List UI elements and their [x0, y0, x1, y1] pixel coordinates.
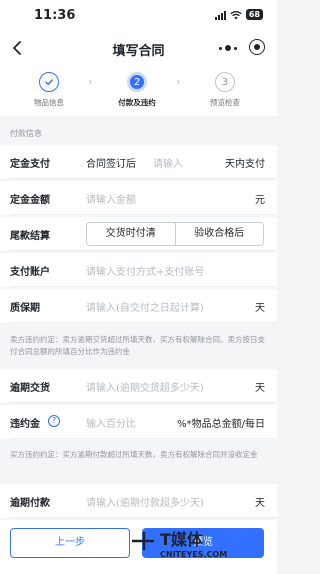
settlement-option-after-acceptance[interactable]: 验收合格后 [174, 223, 264, 245]
step-arrow-icon: › [176, 75, 181, 88]
penalty-label: 违约金 [10, 419, 40, 430]
previous-step-button[interactable]: 上一步 [10, 528, 130, 558]
nav-bar: 填写合同 [0, 30, 277, 66]
deposit-payment-row: 定金支付 合同签订后 请输入 天内支付 [0, 145, 277, 179]
pay-account-row: 支付账户 请输入支付方式+支付账号 [0, 253, 277, 287]
watermark-site: CNITEYES.COM [160, 550, 228, 559]
signal-icon [214, 10, 226, 20]
step-2: 2 付款及违约 [102, 72, 172, 108]
deposit-amount-row: 定金金额 请输入金额 元 [0, 181, 277, 215]
check-icon [39, 72, 59, 92]
final-settlement-label: 尾款结算 [10, 231, 50, 242]
late-delivery-input[interactable]: 请输入(逾期交货超多少天) [86, 379, 204, 394]
warranty-label: 质保期 [10, 303, 40, 314]
late-delivery-row: 逾期交货 请输入(逾期交货超多少天) 天 [0, 369, 277, 403]
warranty-input[interactable]: 请输入(自交付之日起计算) [86, 299, 204, 314]
deposit-payment-prefix: 合同签订后 [86, 159, 136, 170]
deposit-amount-label: 定金金额 [10, 195, 50, 206]
status-icons: 68 [214, 9, 263, 20]
late-payment-row: 逾期付款 请输入(逾期付款超多少天) 天 [0, 484, 277, 518]
penalty-unit: %*物品总金额/每日 [177, 419, 265, 430]
late-payment-label: 逾期付款 [10, 498, 50, 509]
section-title-payment: 付款信息 [10, 129, 42, 138]
warranty-row: 质保期 请输入(自交付之日起计算) 天 [0, 289, 277, 323]
watermark-logo-text: T媒体 [160, 530, 203, 549]
status-bar: 11:36 68 [0, 0, 277, 30]
settlement-segmented-control: 交货时付清 验收合格后 [86, 222, 264, 246]
penalty-row: 违约金 ? 输入百分比 %*物品总金额/每日 [0, 405, 277, 439]
battery-icon: 68 [245, 9, 263, 20]
buyer-breach-note: 买方违约约定：买方逾期付款超过所填天数，卖方有权解除合同并没收定金 [10, 450, 258, 459]
late-delivery-label: 逾期交货 [10, 383, 50, 394]
step-arrow-icon: › [88, 75, 93, 88]
step-label: 付款及违约 [118, 98, 156, 107]
help-icon[interactable]: ? [48, 415, 60, 427]
watermark: T媒体 CNITEYES.COM [130, 524, 270, 568]
late-payment-unit: 天 [255, 498, 265, 509]
settlement-option-on-delivery[interactable]: 交货时付清 [87, 223, 175, 245]
step-number: 3 [215, 72, 235, 92]
stepper: 物品信息 › 2 付款及违约 › 3 预览检查 [0, 66, 277, 116]
seller-breach-note: 卖方违约约定：卖方逾期交货超过所填天数，买方有权解除合同。卖方按日支付合同总额的… [10, 335, 265, 356]
deposit-payment-label: 定金支付 [10, 159, 50, 170]
deposit-amount-input[interactable]: 请输入金额 [86, 191, 136, 206]
penalty-percent-input[interactable]: 输入百分比 [86, 415, 136, 430]
warranty-unit: 天 [255, 303, 265, 314]
step-label: 物品信息 [34, 98, 64, 107]
deposit-payment-suffix: 天内支付 [225, 159, 265, 170]
step-number: 2 [127, 72, 147, 92]
deposit-days-input[interactable]: 请输入 [153, 155, 183, 170]
late-payment-input[interactable]: 请输入(逾期付款超多少天) [86, 494, 204, 509]
pay-account-input[interactable]: 请输入支付方式+支付账号 [86, 263, 204, 278]
step-label: 预览检查 [210, 98, 240, 107]
wifi-icon [230, 10, 242, 19]
deposit-amount-unit: 元 [255, 195, 265, 206]
step-1: 物品信息 [14, 72, 84, 108]
more-icon[interactable] [219, 44, 237, 52]
close-mini-program-icon[interactable] [249, 39, 265, 55]
pay-account-label: 支付账户 [10, 267, 50, 278]
late-delivery-unit: 天 [255, 383, 265, 394]
status-time: 11:36 [34, 8, 76, 23]
step-3: 3 预览检查 [190, 72, 260, 108]
final-settlement-row: 尾款结算 交货时付清 验收合格后 [0, 217, 277, 251]
watermark-logo-icon [132, 532, 154, 550]
